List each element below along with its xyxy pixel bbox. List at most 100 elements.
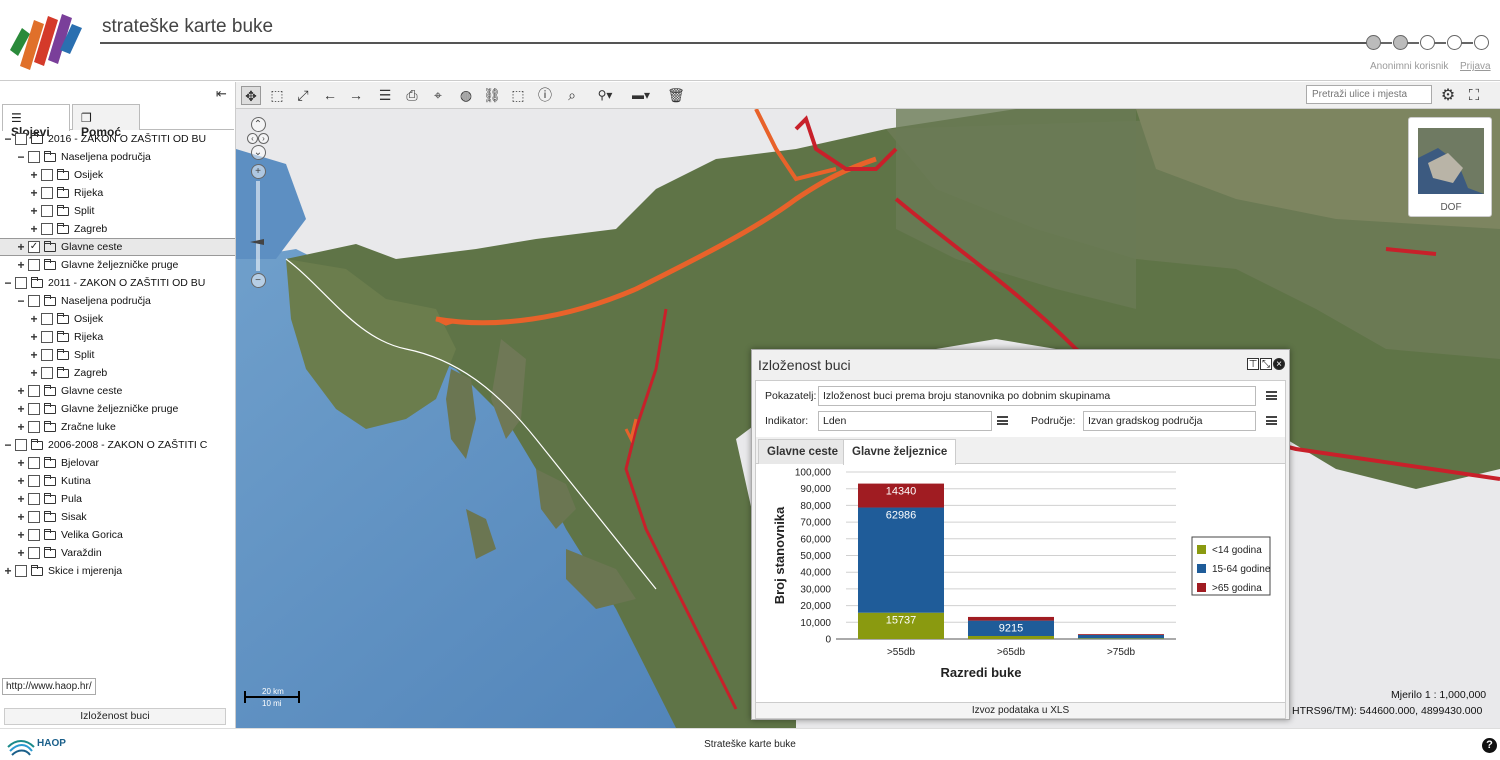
expand-icon[interactable]: + bbox=[30, 348, 38, 362]
layer-checkbox[interactable] bbox=[28, 547, 40, 559]
pan-up-icon[interactable]: ⌃ bbox=[250, 117, 266, 132]
layer-checkbox[interactable] bbox=[41, 313, 53, 325]
layer-checkbox[interactable] bbox=[15, 565, 27, 577]
expand-icon[interactable]: + bbox=[17, 474, 25, 488]
exposure-button[interactable]: Izloženost buci bbox=[4, 708, 226, 725]
print-tool-button[interactable]: ⎙ bbox=[402, 86, 422, 105]
layer-tree-item[interactable]: − Naseljena područja bbox=[0, 148, 235, 166]
layer-checkbox[interactable] bbox=[41, 349, 53, 361]
pan-left-icon[interactable]: ‹ bbox=[247, 133, 258, 144]
link-tool-button[interactable]: ⛓ bbox=[482, 86, 502, 105]
expand-icon[interactable]: + bbox=[17, 240, 25, 254]
layer-order-tool-button[interactable]: ☰ bbox=[375, 86, 395, 105]
layer-tree-item[interactable]: + ✓ Glavne ceste bbox=[0, 238, 235, 256]
basemap-switcher[interactable]: DOF bbox=[1408, 117, 1492, 217]
zoom-slider-handle[interactable] bbox=[250, 239, 264, 245]
layer-tree-item[interactable]: + Zračne luke bbox=[0, 418, 235, 436]
layer-tree-item[interactable]: + Glavne željezničke pruge bbox=[0, 256, 235, 274]
layer-checkbox[interactable] bbox=[41, 331, 53, 343]
expand-icon[interactable]: + bbox=[17, 510, 25, 524]
expand-icon[interactable]: + bbox=[30, 222, 38, 236]
close-icon[interactable]: × bbox=[1273, 358, 1285, 370]
layer-checkbox[interactable] bbox=[41, 169, 53, 181]
collapse-icon[interactable]: − bbox=[4, 438, 12, 452]
indicator-menu-icon[interactable] bbox=[1266, 391, 1277, 400]
street-search-input[interactable] bbox=[1306, 85, 1432, 104]
resize-icon[interactable]: ⤡ bbox=[1260, 358, 1272, 370]
layer-tree-item[interactable]: − Naseljena područja bbox=[0, 292, 235, 310]
help-icon[interactable]: ? bbox=[1482, 738, 1497, 753]
layer-checkbox[interactable]: ✓ bbox=[28, 241, 40, 253]
expand-icon[interactable]: + bbox=[30, 204, 38, 218]
layer-checkbox[interactable] bbox=[41, 187, 53, 199]
area-menu-icon[interactable] bbox=[1266, 416, 1277, 425]
layer-tree-item[interactable]: − 2006-2008 - ZAKON O ZAŠTITI C bbox=[0, 436, 235, 454]
layer-checkbox[interactable] bbox=[28, 259, 40, 271]
layer-tree-item[interactable]: + Sisak bbox=[0, 508, 235, 526]
settings-gear-icon[interactable]: ⚙ bbox=[1438, 86, 1458, 105]
zoom-slider[interactable] bbox=[250, 181, 264, 271]
zoom-in-icon[interactable]: + bbox=[250, 164, 266, 179]
collapse-panel-icon[interactable]: ⇤ bbox=[216, 86, 227, 102]
marker-tool-button[interactable]: ⚲▾ bbox=[592, 86, 618, 105]
expand-icon[interactable]: + bbox=[30, 168, 38, 182]
layer-checkbox[interactable] bbox=[28, 295, 40, 307]
export-xls-button[interactable]: Izvoz podataka u XLS bbox=[756, 702, 1285, 718]
layer-checkbox[interactable] bbox=[28, 421, 40, 433]
tab-main-roads[interactable]: Glavne ceste bbox=[758, 439, 847, 464]
layer-checkbox[interactable] bbox=[28, 385, 40, 397]
layer-tree-item[interactable]: + Rijeka bbox=[0, 184, 235, 202]
collapse-icon[interactable]: − bbox=[4, 132, 12, 146]
layer-checkbox[interactable] bbox=[15, 277, 27, 289]
layer-checkbox[interactable] bbox=[28, 511, 40, 523]
coordinates-tool-button[interactable]: ⌖ bbox=[428, 86, 448, 105]
zoom-out-icon[interactable]: − bbox=[250, 273, 266, 288]
tab-main-railways[interactable]: Glavne željeznice bbox=[843, 439, 957, 465]
layer-tree-item[interactable]: + Rijeka bbox=[0, 328, 235, 346]
layer-checkbox[interactable] bbox=[41, 205, 53, 217]
indicator-select[interactable]: Izloženost buci prema broju stanovnika p… bbox=[818, 386, 1256, 406]
back-tool-button[interactable]: ← bbox=[320, 86, 340, 105]
collapse-icon[interactable]: − bbox=[17, 150, 25, 164]
layer-tree-item[interactable]: + Split bbox=[0, 202, 235, 220]
expand-icon[interactable]: + bbox=[17, 528, 25, 542]
clear-tool-button[interactable]: 🗑 bbox=[666, 86, 686, 105]
layer-tree-item[interactable]: − 2011 - ZAKON O ZAŠTITI OD BU bbox=[0, 274, 235, 292]
expand-icon[interactable]: + bbox=[17, 456, 25, 470]
expand-icon[interactable]: + bbox=[17, 492, 25, 506]
expand-icon[interactable]: + bbox=[17, 546, 25, 560]
basemap-thumbnail[interactable] bbox=[1418, 128, 1484, 194]
layer-checkbox[interactable] bbox=[28, 475, 40, 487]
layer-tree-item[interactable]: + Skice i mjerenja bbox=[0, 562, 235, 580]
layer-tree-item[interactable]: + Pula bbox=[0, 490, 235, 508]
expand-icon[interactable]: + bbox=[17, 258, 25, 272]
expand-icon[interactable]: + bbox=[17, 384, 25, 398]
area-select[interactable]: Izvan gradskog područja bbox=[1083, 411, 1256, 431]
collapse-icon[interactable]: − bbox=[4, 276, 12, 290]
layer-tree-item[interactable]: + Varaždin bbox=[0, 544, 235, 562]
layer-tree-item[interactable]: + Glavne željezničke pruge bbox=[0, 400, 235, 418]
tab-help[interactable]: ❐ Pomoć bbox=[72, 104, 140, 139]
fullscreen-icon[interactable]: ⛶ bbox=[1464, 86, 1484, 105]
forward-tool-button[interactable]: → bbox=[346, 86, 366, 105]
pan-down-icon[interactable]: ⌄ bbox=[250, 145, 266, 160]
layer-tree-item[interactable]: + Kutina bbox=[0, 472, 235, 490]
pan-tool-button[interactable]: ✥ bbox=[241, 86, 261, 105]
layer-checkbox[interactable] bbox=[28, 457, 40, 469]
login-link[interactable]: Prijava bbox=[1460, 61, 1491, 72]
expand-icon[interactable]: + bbox=[30, 312, 38, 326]
layer-tree-item[interactable]: + Osijek bbox=[0, 310, 235, 328]
layer-checkbox[interactable] bbox=[28, 493, 40, 505]
expand-icon[interactable]: + bbox=[17, 420, 25, 434]
layer-tree-item[interactable]: + Zagreb bbox=[0, 364, 235, 382]
layer-checkbox[interactable] bbox=[28, 529, 40, 541]
pan-right-icon[interactable]: › bbox=[258, 133, 269, 144]
expand-icon[interactable]: + bbox=[30, 366, 38, 380]
expand-icon[interactable]: + bbox=[30, 186, 38, 200]
layer-checkbox[interactable] bbox=[41, 223, 53, 235]
zoom-extent-tool-button[interactable]: ⤢ bbox=[293, 86, 313, 105]
layer-tree-item[interactable]: + Glavne ceste bbox=[0, 382, 235, 400]
measure-tool-button[interactable]: ▬▾ bbox=[628, 86, 654, 105]
layer-tree-item[interactable]: + Bjelovar bbox=[0, 454, 235, 472]
pin-icon[interactable]: ⊤ bbox=[1247, 358, 1259, 370]
